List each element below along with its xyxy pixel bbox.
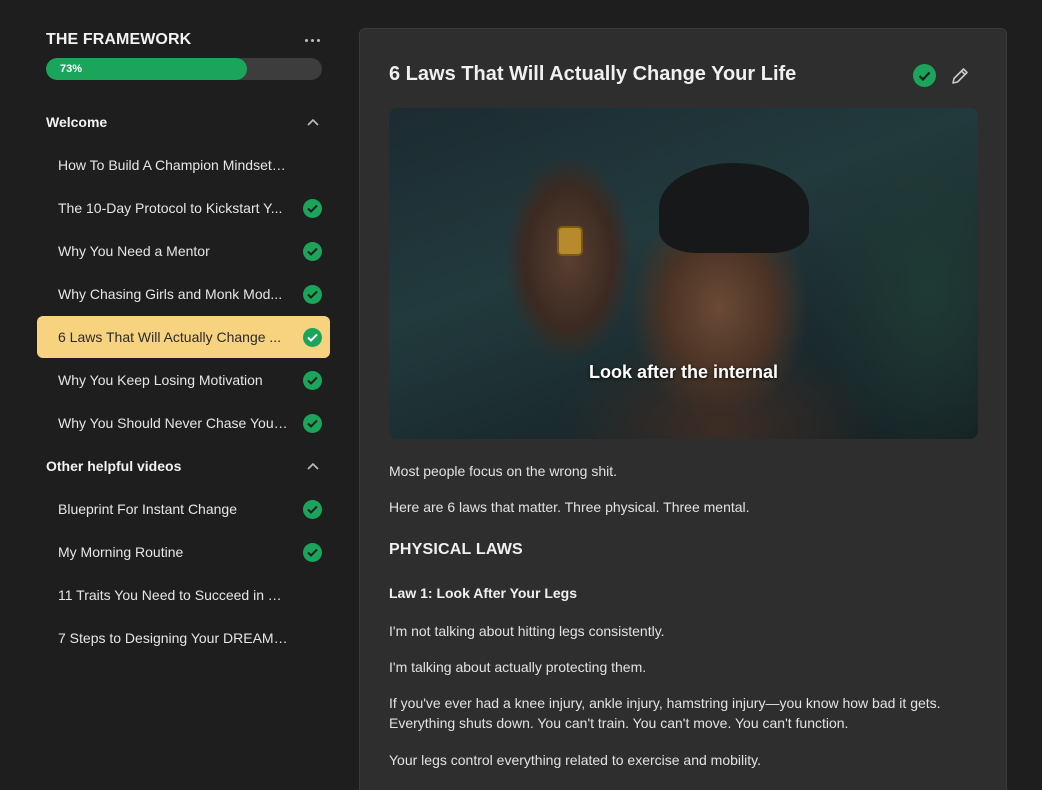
lesson-label: Why Chasing Girls and Monk Mod... — [58, 286, 283, 302]
section-heading: PHYSICAL LAWS — [389, 541, 523, 558]
section-title: Welcome — [46, 114, 108, 130]
section-title: Other helpful videos — [46, 458, 182, 474]
subheading: Law 1: Look After Your Legs — [389, 585, 577, 601]
course-title: THE FRAMEWORK — [46, 31, 192, 48]
lesson-label: Blueprint For Instant Change — [58, 501, 237, 517]
lesson-label: 11 Traits You Need to Succeed in Your 2.… — [58, 587, 303, 603]
lesson-label: Why You Should Never Chase Your... — [58, 415, 290, 431]
lesson-item[interactable]: My Morning Routine — [37, 531, 330, 573]
check-circle-icon — [303, 542, 322, 562]
lesson-label: Why You Keep Losing Motivation — [58, 372, 263, 388]
lesson-label: 7 Steps to Designing Your DREAM LIFE — [58, 630, 303, 646]
chevron-up-icon[interactable] — [306, 115, 320, 129]
lesson-panel: 6 Laws That Will Actually Change Your Li… — [359, 28, 1007, 790]
paragraph: I'm talking about actually protecting th… — [389, 659, 647, 675]
lesson-item[interactable]: Why You Need a Mentor — [37, 230, 330, 272]
more-options-icon[interactable] — [302, 30, 322, 50]
lesson-item[interactable]: 11 Traits You Need to Succeed in Your 2.… — [37, 574, 330, 616]
lesson-item[interactable]: Why Chasing Girls and Monk Mod... — [37, 273, 330, 315]
lesson-label: Why You Need a Mentor — [58, 243, 210, 259]
paragraph: Here are 6 laws that matter. Three physi… — [389, 499, 750, 515]
section-header-welcome[interactable]: Welcome — [46, 110, 322, 134]
check-circle-icon — [303, 284, 322, 304]
paragraph: Everything shuts down. You can't train. … — [389, 715, 849, 731]
course-progress-fill: 73% — [46, 58, 248, 80]
paragraph: If you've ever had a knee injury, ankle … — [389, 695, 941, 711]
lesson-item[interactable]: Why You Keep Losing Motivation — [37, 359, 330, 401]
check-circle-icon — [303, 499, 322, 519]
paragraph: Most people focus on the wrong shit. — [389, 463, 618, 479]
lesson-title: 6 Laws That Will Actually Change Your Li… — [389, 63, 797, 85]
chevron-up-icon[interactable] — [306, 459, 320, 473]
lesson-item[interactable]: Why You Should Never Chase Your... — [37, 402, 330, 444]
check-circle-icon — [303, 241, 322, 261]
video-thumbnail-figure — [659, 163, 809, 253]
video-thumbnail-detail — [557, 226, 583, 256]
check-circle-icon[interactable] — [913, 64, 936, 87]
lesson-item[interactable]: 7 Steps to Designing Your DREAM LIFE — [37, 617, 330, 659]
pencil-icon[interactable] — [949, 65, 971, 87]
lesson-label: 6 Laws That Will Actually Change ... — [58, 329, 282, 345]
lesson-label: My Morning Routine — [58, 544, 184, 560]
paragraph: Your legs control everything related to … — [389, 752, 761, 768]
lesson-item[interactable]: How To Build A Champion Mindset (The... — [37, 144, 330, 186]
lesson-item-active[interactable]: 6 Laws That Will Actually Change ... — [37, 316, 330, 358]
check-circle-icon — [303, 198, 322, 218]
video-player[interactable]: Look after the internal — [389, 108, 978, 439]
check-circle-icon — [303, 327, 322, 347]
lesson-item[interactable]: Blueprint For Instant Change — [37, 488, 330, 530]
check-circle-icon — [303, 413, 322, 433]
check-circle-icon — [303, 370, 322, 390]
lesson-label: The 10-Day Protocol to Kickstart Y... — [58, 200, 283, 216]
course-progress-label: 73% — [60, 63, 83, 75]
lesson-label: How To Build A Champion Mindset (The... — [58, 157, 303, 173]
course-sidebar: THE FRAMEWORK 73% Welcome How To Build A… — [0, 0, 340, 790]
video-caption: Look after the internal — [588, 362, 779, 382]
course-progress-bar: 73% — [46, 58, 322, 80]
section-header-other-videos[interactable]: Other helpful videos — [46, 454, 322, 478]
lesson-item[interactable]: The 10-Day Protocol to Kickstart Y... — [37, 187, 330, 229]
paragraph: I'm not talking about hitting legs consi… — [389, 623, 665, 639]
